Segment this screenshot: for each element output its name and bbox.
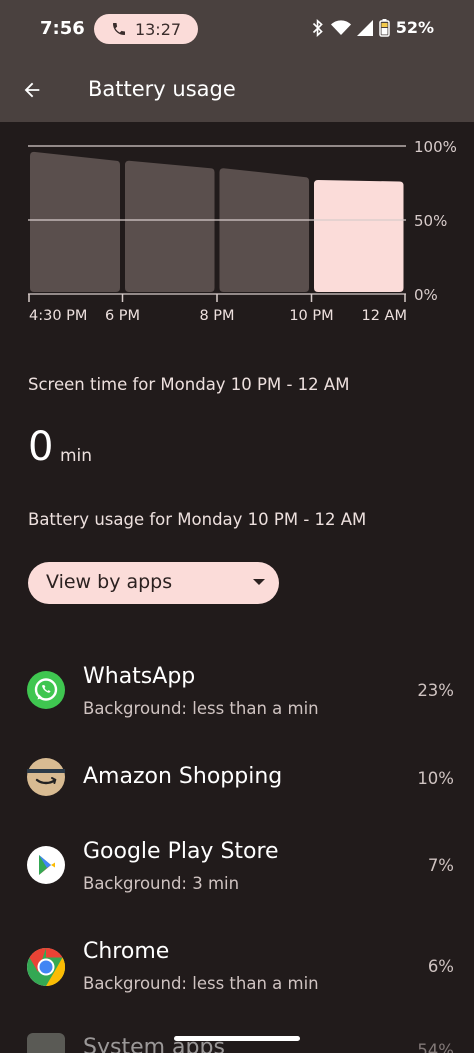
- app-usage-detail: Background: less than a min: [83, 699, 319, 718]
- app-usage-percent: 6%: [427, 957, 454, 976]
- battery-chart[interactable]: 100% 50% 0% 4:30 PM 6 PM 8 PM 10 PM 12 AM: [0, 122, 474, 332]
- bluetooth-icon: [311, 18, 325, 37]
- app-usage-percent: 54%: [417, 1041, 454, 1053]
- app-row-whatsapp[interactable]: WhatsApp Background: less than a min 23%: [0, 650, 474, 740]
- screen-time-value: 0: [28, 424, 54, 470]
- arrow-back-icon: [21, 79, 43, 101]
- signal-icon: [356, 19, 373, 36]
- app-row-amazon-shopping[interactable]: Amazon Shopping 10%: [0, 740, 474, 830]
- wifi-icon: [330, 19, 351, 36]
- phone-icon: [111, 21, 127, 37]
- app-name: Chrome: [83, 939, 170, 964]
- app-bar: Battery usage: [0, 58, 474, 122]
- status-time: 7:56: [40, 18, 85, 39]
- chart-bar[interactable]: [219, 168, 310, 292]
- app-name: Amazon Shopping: [83, 764, 283, 789]
- chrome-icon: [27, 947, 66, 987]
- app-row-google-play-store[interactable]: Google Play Store Background: 3 min 7%: [0, 825, 474, 915]
- play-store-icon: [27, 846, 65, 884]
- battery-usage-heading: Battery usage for Monday 10 PM - 12 AM: [28, 510, 367, 529]
- screen-time-unit: min: [60, 446, 93, 466]
- battery-percent: 52%: [395, 18, 434, 37]
- whatsapp-icon: [27, 671, 65, 709]
- app-usage-percent: 10%: [417, 769, 454, 788]
- chart-y-tick-label: 0%: [414, 286, 438, 304]
- app-name: Google Play Store: [83, 839, 279, 864]
- page-title: Battery usage: [88, 77, 236, 101]
- chart-y-tick-label: 100%: [414, 138, 457, 156]
- chart-y-tick-label: 50%: [414, 212, 447, 230]
- chart-bar[interactable]: [30, 151, 120, 292]
- chart-bar[interactable]: [125, 160, 215, 292]
- navigation-handle[interactable]: [174, 1036, 300, 1041]
- chart-bar-selected[interactable]: [314, 180, 404, 292]
- battery-chart-svg: 100% 50% 0% 4:30 PM 6 PM 8 PM 10 PM 12 AM: [28, 138, 457, 324]
- app-usage-detail: Background: 3 min: [83, 874, 240, 893]
- app-row-chrome[interactable]: Chrome Background: less than a min 6%: [0, 925, 474, 1015]
- chart-x-tick-label: 12 AM: [362, 308, 408, 324]
- app-usage-detail: Background: less than a min: [83, 974, 319, 993]
- android-icon: [27, 1033, 65, 1053]
- status-bar: 7:56 13:27 52%: [0, 0, 474, 58]
- amazon-icon: [27, 758, 65, 796]
- app-usage-percent: 23%: [417, 681, 454, 700]
- chart-x-tick-label: 10 PM: [289, 308, 333, 324]
- back-button[interactable]: [18, 76, 46, 104]
- dropdown-arrow-icon: [253, 579, 265, 585]
- view-by-label: View by apps: [46, 571, 173, 593]
- screen-time-heading: Screen time for Monday 10 PM - 12 AM: [28, 375, 350, 394]
- chart-x-tick-label: 4:30 PM: [29, 308, 87, 324]
- view-by-dropdown[interactable]: View by apps: [28, 562, 279, 604]
- status-icons: 52%: [311, 18, 434, 37]
- call-timer: 13:27: [134, 19, 182, 39]
- battery-icon: [378, 18, 390, 37]
- ongoing-call-chip[interactable]: 13:27: [94, 14, 198, 44]
- chart-x-tick-label: 6 PM: [105, 308, 140, 324]
- chart-x-tick-label: 8 PM: [199, 308, 234, 324]
- app-name: WhatsApp: [83, 664, 196, 689]
- app-usage-percent: 7%: [427, 856, 454, 875]
